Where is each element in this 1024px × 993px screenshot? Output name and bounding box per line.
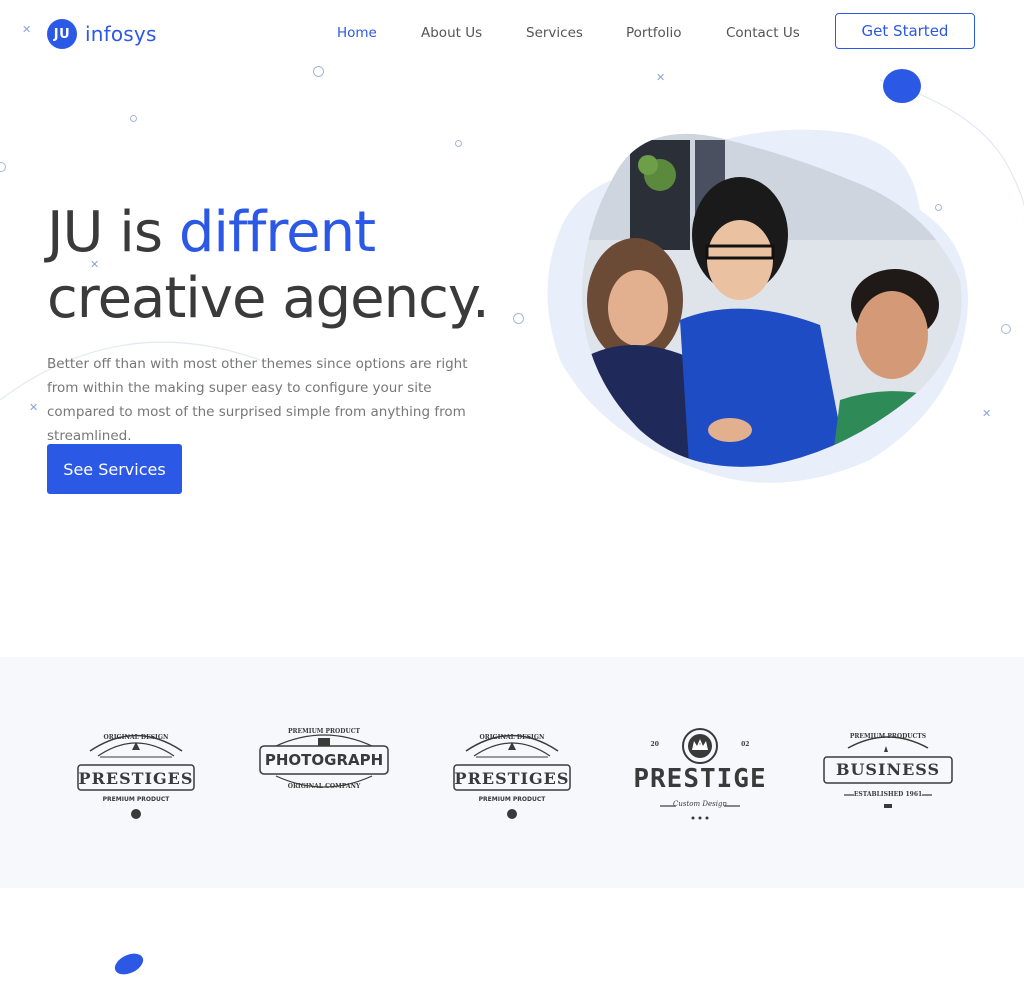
see-services-button[interactable]: See Services — [47, 444, 182, 494]
hero-image — [547, 69, 968, 483]
nav-contact-us[interactable]: Contact Us — [726, 25, 800, 41]
logo-top-text: 20 · 02 — [650, 741, 750, 748]
hero-title-accent: diffrent — [178, 200, 376, 265]
client-logo: PREMIUM PRODUCT PHOTOGRAPH ORIGINAL COMP… — [258, 726, 390, 796]
nav-services[interactable]: Services — [526, 25, 583, 41]
nav-home[interactable]: Home — [337, 25, 377, 41]
logo-main-text: PRESTIGES — [78, 769, 194, 788]
hero-title-part1: JU is — [47, 200, 179, 265]
hero-description: Better off than with most other themes s… — [47, 356, 468, 444]
site-header: JU infosys Home About Us Services Portfo… — [0, 0, 1024, 68]
nav-portfolio[interactable]: Portfolio — [626, 25, 682, 41]
logo-top-text: PREMIUM PRODUCT — [288, 728, 360, 735]
logo-top-text: ORIGINAL DESIGN — [103, 734, 169, 741]
logo-main-text: PRESTIGE — [633, 764, 767, 794]
hero-title: JU is diffrent creative agency. — [47, 200, 490, 332]
logo-main-text: PRESTIGES — [454, 769, 570, 788]
hero-title-line2: creative agency. — [47, 266, 490, 331]
nav-about-us[interactable]: About Us — [421, 25, 482, 41]
logo-sub-text: ESTABLISHED 1961 — [853, 791, 923, 798]
logo-sub-text: PREMIUM PRODUCT — [478, 796, 546, 803]
client-logo: PREMIUM PRODUCTS BUSINESS ESTABLISHED 19… — [822, 728, 954, 814]
client-logo: ORIGINAL DESIGN PRESTIGES PREMIUM PRODUC… — [76, 726, 196, 821]
decor-cross-icon: ✕ — [22, 23, 32, 36]
logo-sub-text: ORIGINAL COMPANY — [287, 783, 361, 790]
logo-main-text: PHOTOGRAPH — [264, 751, 384, 769]
decor-blob — [111, 949, 147, 979]
client-logo: ORIGINAL DESIGN PRESTIGES PREMIUM PRODUC… — [452, 726, 572, 821]
client-logo: 20 · 02 PRESTIGE Custom Design — [632, 726, 768, 822]
logo-sub-text: PREMIUM PRODUCT — [102, 796, 170, 803]
logo-top-text: PREMIUM PRODUCTS — [849, 733, 927, 740]
logo-main-text: BUSINESS — [835, 760, 941, 779]
get-started-button[interactable]: Get Started — [835, 13, 975, 49]
logo-sub-text: Custom Design — [673, 800, 727, 808]
logo-top-text: ORIGINAL DESIGN — [479, 734, 545, 741]
